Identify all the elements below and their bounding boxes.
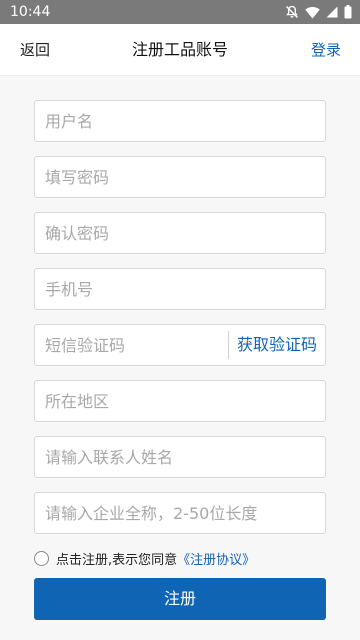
- login-link[interactable]: 登录: [311, 40, 341, 60]
- nav-bar: 返回 注册工品账号 登录: [0, 24, 360, 76]
- region-field: [34, 380, 326, 422]
- confirm-password-field: [34, 212, 326, 254]
- status-bar: 10:44: [0, 0, 360, 24]
- password-field: [34, 156, 326, 198]
- contact-name-input[interactable]: [35, 437, 325, 477]
- username-field: [34, 100, 326, 142]
- notifications-off-icon: [286, 5, 298, 18]
- battery-icon: [344, 5, 352, 19]
- contact-name-field: [34, 436, 326, 478]
- sms-code-field: 获取验证码: [34, 324, 326, 366]
- confirm-password-input[interactable]: [35, 213, 325, 253]
- agreement-link[interactable]: 《注册协议》: [177, 549, 255, 568]
- sms-code-input[interactable]: [35, 325, 228, 365]
- code-divider: [228, 331, 229, 359]
- password-input[interactable]: [35, 157, 325, 197]
- phone-field: [34, 268, 326, 310]
- status-time: 10:44: [10, 4, 51, 20]
- company-name-field: [34, 492, 326, 534]
- company-name-input[interactable]: [35, 493, 325, 533]
- agreement-row: 点击注册,表示您同意 《注册协议》: [34, 548, 255, 568]
- agreement-radio[interactable]: [34, 550, 49, 566]
- get-code-button[interactable]: 获取验证码: [237, 335, 317, 355]
- username-input[interactable]: [35, 101, 325, 141]
- region-input[interactable]: [35, 381, 325, 421]
- page-title: 注册工品账号: [131, 40, 228, 59]
- status-icons: [285, 4, 352, 20]
- phone-input[interactable]: [35, 269, 325, 309]
- signal-icon: [326, 6, 338, 18]
- agreement-text: 点击注册,表示您同意: [56, 552, 178, 568]
- wifi-icon: [305, 6, 320, 18]
- register-button[interactable]: 注册: [34, 578, 326, 620]
